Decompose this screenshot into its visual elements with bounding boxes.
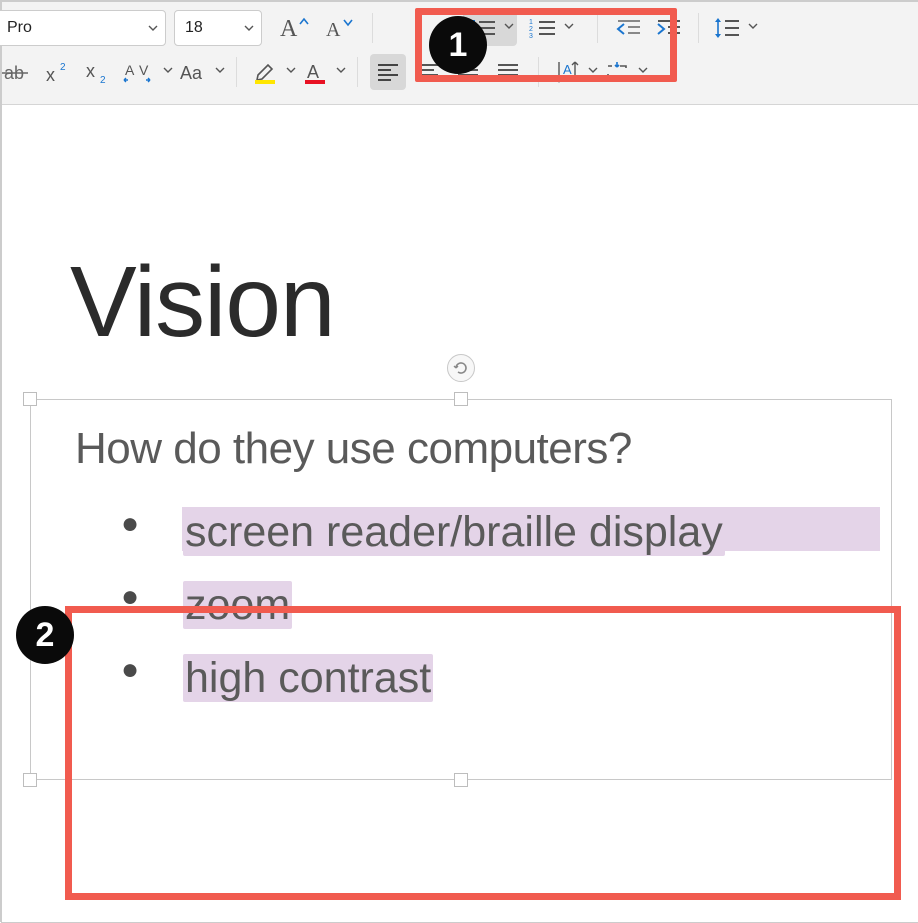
- chevron-down-icon[interactable]: [747, 19, 759, 37]
- numbered-list-button[interactable]: 1 2 3: [525, 10, 575, 46]
- chevron-down-icon[interactable]: [637, 63, 649, 81]
- svg-text:V: V: [139, 62, 149, 78]
- svg-text:Aa: Aa: [180, 63, 203, 83]
- resize-handle[interactable]: [454, 773, 468, 787]
- rotate-handle[interactable]: [447, 354, 475, 382]
- font-color-button[interactable]: A: [297, 54, 347, 90]
- superscript-button[interactable]: x 2: [40, 54, 76, 90]
- separator: [372, 13, 373, 43]
- chevron-down-icon[interactable]: [285, 63, 297, 81]
- svg-text:A: A: [326, 19, 341, 41]
- svg-text:x: x: [86, 61, 95, 81]
- svg-text:2: 2: [60, 62, 66, 73]
- align-left-button[interactable]: [370, 54, 406, 90]
- separator: [597, 13, 598, 43]
- increase-font-size-button[interactable]: A: [272, 10, 314, 46]
- resize-handle[interactable]: [23, 392, 37, 406]
- text-box-heading[interactable]: How do they use computers?: [75, 424, 847, 474]
- font-family-select[interactable]: Pro: [0, 10, 166, 46]
- svg-text:1: 1: [529, 19, 533, 26]
- text-direction-button[interactable]: A: [549, 54, 599, 90]
- annotation-callout-2: 2: [16, 606, 74, 664]
- character-spacing-button[interactable]: A V: [118, 54, 174, 90]
- font-size-value: 18: [185, 19, 203, 37]
- text-box-selection[interactable]: How do they use computers? screen reader…: [30, 399, 892, 780]
- align-justify-button[interactable]: [490, 54, 526, 90]
- list-item[interactable]: screen reader/braille display: [121, 496, 847, 569]
- svg-text:2: 2: [529, 26, 533, 33]
- change-case-button[interactable]: Aa: [174, 54, 226, 90]
- svg-text:2: 2: [100, 75, 106, 84]
- decrease-indent-button[interactable]: [610, 10, 646, 46]
- separator: [538, 57, 539, 87]
- chevron-down-icon[interactable]: [503, 19, 515, 37]
- list-item[interactable]: high contrast: [121, 642, 847, 715]
- line-spacing-button[interactable]: [709, 10, 759, 46]
- chevron-down-icon[interactable]: [587, 63, 599, 81]
- subscript-button[interactable]: x 2: [80, 54, 116, 90]
- svg-text:3: 3: [529, 33, 533, 40]
- resize-textbox-button[interactable]: [599, 54, 649, 90]
- decrease-font-size-button[interactable]: A: [318, 10, 360, 46]
- chevron-down-icon[interactable]: [563, 19, 575, 37]
- chevron-down-icon[interactable]: [214, 63, 226, 81]
- selected-text: zoom: [183, 581, 292, 629]
- svg-text:A: A: [125, 62, 135, 78]
- slide-canvas[interactable]: Vision How do they use computers? screen…: [2, 105, 918, 880]
- separator: [357, 57, 358, 87]
- separator: [698, 13, 699, 43]
- svg-text:A: A: [307, 62, 319, 82]
- dropdown-caret-icon: [147, 22, 159, 34]
- separator: [236, 57, 237, 87]
- highlight-color-button[interactable]: [247, 54, 297, 90]
- font-size-select[interactable]: 18: [174, 10, 262, 46]
- list-item[interactable]: zoom: [121, 569, 847, 642]
- chevron-down-icon[interactable]: [162, 63, 174, 81]
- dropdown-caret-icon: [243, 22, 255, 34]
- bullet-list[interactable]: screen reader/braille display zoom high …: [75, 496, 847, 715]
- slide-title[interactable]: Vision: [70, 245, 335, 360]
- selected-text: high contrast: [183, 654, 433, 702]
- increase-indent-button[interactable]: [650, 10, 686, 46]
- resize-handle[interactable]: [454, 392, 468, 406]
- strikethrough-button[interactable]: ab: [0, 54, 36, 90]
- selected-text: screen reader/braille display: [183, 508, 725, 556]
- font-family-value: Pro: [7, 19, 32, 37]
- annotation-callout-1: 1: [429, 16, 487, 74]
- resize-handle[interactable]: [23, 773, 37, 787]
- svg-text:A: A: [280, 16, 298, 42]
- svg-text:A: A: [563, 62, 572, 77]
- svg-text:x: x: [46, 65, 55, 84]
- chevron-down-icon[interactable]: [335, 63, 347, 81]
